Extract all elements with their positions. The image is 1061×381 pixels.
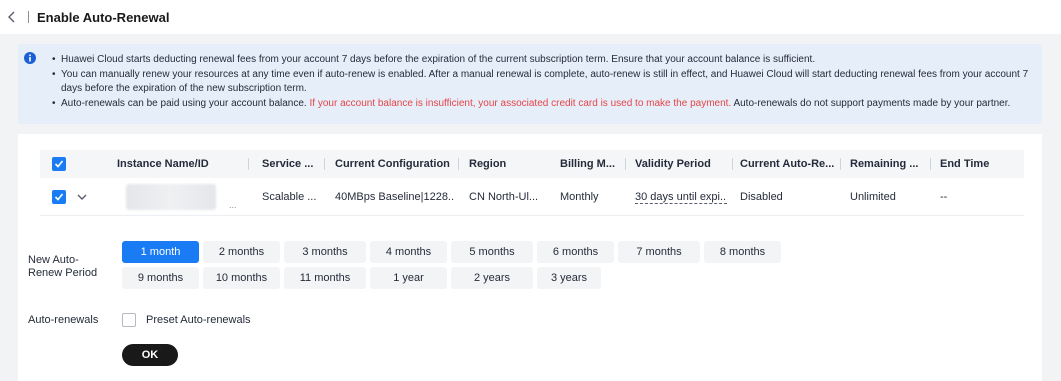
col-region: Region	[469, 158, 507, 170]
preset-auto-renewals-checkbox[interactable]	[122, 313, 136, 327]
notice-line-2-cont: days before the expiration of the new su…	[61, 83, 307, 94]
notice-line-3: Auto-renewals can be paid using your acc…	[52, 97, 1011, 110]
period-option-3-years[interactable]: 3 years	[537, 267, 601, 289]
col-divider	[458, 158, 459, 170]
cell-end-time: --	[940, 191, 948, 203]
cell-service: Scalable ...	[262, 191, 317, 203]
period-option-11-months[interactable]: 11 months	[284, 267, 366, 289]
period-option-3-months[interactable]: 3 months	[284, 241, 366, 263]
cell-billing: Monthly	[560, 191, 599, 203]
col-divider	[732, 158, 733, 170]
period-option-2-months[interactable]: 2 months	[203, 241, 280, 263]
col-validity-period: Validity Period	[635, 158, 711, 170]
col-service: Service ...	[262, 158, 314, 170]
col-auto-renew: Current Auto-Re...	[740, 158, 835, 170]
period-option-1-year[interactable]: 1 year	[370, 267, 447, 289]
col-configuration: Current Configuration	[335, 158, 450, 170]
chevron-left-icon[interactable]	[6, 11, 18, 23]
col-divider	[930, 158, 931, 170]
period-option-5-months[interactable]: 5 months	[451, 241, 533, 263]
instance-name-ellipsis: ...	[229, 200, 237, 210]
period-option-4-months[interactable]: 4 months	[370, 241, 447, 263]
instance-name-redacted	[126, 184, 216, 210]
table-header: Instance Name/ID Service ... Current Con…	[40, 150, 1024, 178]
cell-region: CN North-Ul...	[469, 191, 539, 203]
col-divider	[324, 158, 325, 170]
preset-auto-renewals-label[interactable]: Preset Auto-renewals	[146, 314, 251, 327]
info-icon	[24, 52, 36, 64]
notice-banner: Huawei Cloud starts deducting renewal fe…	[18, 44, 1042, 124]
notice-line-2: You can manually renew your resources at…	[52, 68, 1028, 81]
col-divider	[840, 158, 841, 170]
col-end-time: End Time	[940, 158, 990, 170]
page-title: Enable Auto-Renewal	[37, 10, 170, 25]
col-divider	[625, 158, 626, 170]
col-remaining: Remaining ...	[850, 158, 919, 170]
top-bar: Enable Auto-Renewal	[0, 0, 1061, 34]
notice-warning-text: If your account balance is insufficient,…	[309, 98, 732, 109]
divider	[28, 11, 29, 23]
period-option-9-months[interactable]: 9 months	[122, 267, 199, 289]
cell-configuration: 40MBps Baseline|1228...	[335, 191, 455, 203]
period-option-6-months[interactable]: 6 months	[537, 241, 614, 263]
period-label: New Auto-Renew Period	[28, 254, 98, 279]
period-option-10-months[interactable]: 10 months	[203, 267, 280, 289]
cell-validity-period[interactable]: 30 days until expi...	[635, 191, 727, 204]
period-option-7-months[interactable]: 7 months	[618, 241, 700, 263]
row-checkbox[interactable]	[52, 190, 66, 204]
col-instance-name: Instance Name/ID	[117, 158, 209, 170]
notice-line-3-start: Auto-renewals can be paid using your acc…	[61, 98, 307, 109]
notice-line-3-end: Auto-renewals do not support payments ma…	[733, 98, 1011, 109]
select-all-checkbox[interactable]	[52, 157, 66, 171]
table-row: ... Scalable ... 40MBps Baseline|1228...…	[40, 178, 1024, 216]
period-option-8-months[interactable]: 8 months	[704, 241, 781, 263]
notice-line-1: Huawei Cloud starts deducting renewal fe…	[52, 53, 815, 66]
chevron-down-icon[interactable]	[76, 191, 88, 203]
auto-renewals-label: Auto-renewals	[28, 314, 99, 326]
renewal-card: Instance Name/ID Service ... Current Con…	[18, 134, 1042, 381]
cell-remaining: Unlimited	[850, 191, 896, 203]
col-billing-mode: Billing M...	[560, 158, 615, 170]
cell-auto-renew-status: Disabled	[740, 191, 783, 203]
ok-button[interactable]: OK	[122, 344, 178, 366]
col-divider	[248, 158, 249, 170]
period-option-2-years[interactable]: 2 years	[451, 267, 533, 289]
period-option-1-month[interactable]: 1 month	[122, 241, 199, 263]
